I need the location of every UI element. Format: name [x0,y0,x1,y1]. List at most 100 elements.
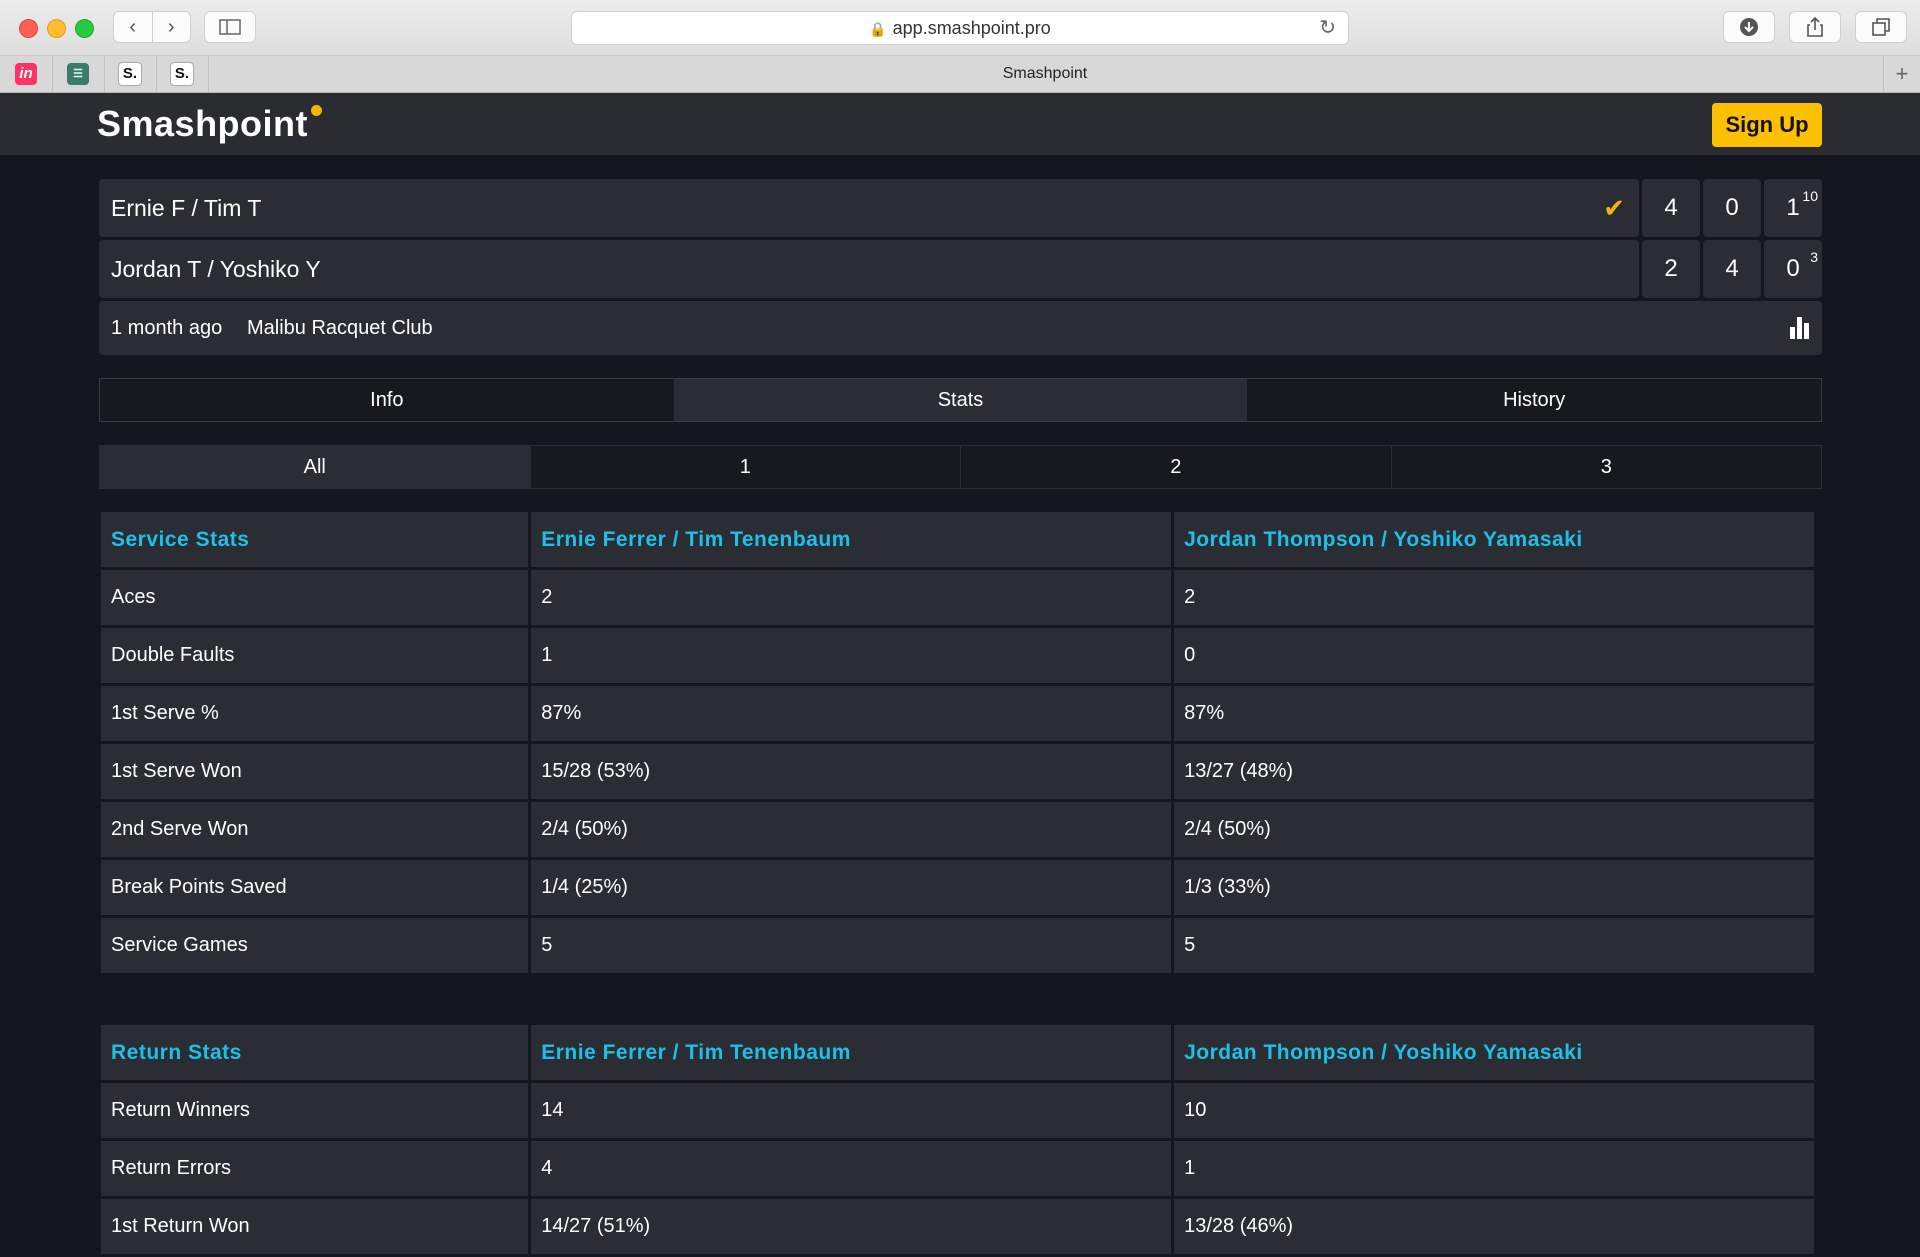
table-row: 1st Return Won 14/27 (51%) 13/28 (46%) [101,1199,1814,1254]
team1-column-heading: Ernie Ferrer / Tim Tenenbaum [531,1025,1172,1080]
address-bar[interactable]: 🔒 app.smashpoint.pro ↻ [571,11,1349,45]
browser-tabbar: in ☰ S. S. Smashpoint + [0,56,1920,93]
table-row: Return Winners 14 10 [101,1083,1814,1138]
tabs-icon [1872,18,1890,36]
logo-text: Smashpoint [97,103,309,144]
main-tabs: Info Stats History [99,378,1822,422]
table-row: 2nd Serve Won 2/4 (50%) 2/4 (50%) [101,802,1814,857]
team1-stat-value: 14/27 (51%) [531,1199,1172,1254]
team1-tiebreak: 10 [1802,188,1818,204]
history-nav: ‹ › [113,11,191,43]
team2-score-row: Jordan T / Yoshiko Y 2 4 03 [99,240,1822,298]
team1-name: Ernie F / Tim T [111,195,262,221]
set-tab-all[interactable]: All [100,446,531,488]
service-stats-table: Service Stats Ernie Ferrer / Tim Tenenba… [98,509,1817,976]
smashpoint-favicon[interactable]: S. [158,60,206,88]
match-time: 1 month ago [111,317,223,339]
table-header-row: Service Stats Ernie Ferrer / Tim Tenenba… [101,512,1814,567]
url-text: app.smashpoint.pro [892,18,1051,38]
sidebar-toggle-button[interactable] [204,11,256,43]
table-row: 1st Serve % 87% 87% [101,686,1814,741]
table-row: Aces 2 2 [101,570,1814,625]
team2-stat-value: 2/4 (50%) [1174,802,1814,857]
table-row: Return Errors 4 1 [101,1141,1814,1196]
browser-titlebar: ‹ › 🔒 app.smashpoint.pro ↻ [0,0,1920,56]
new-tab-icon[interactable]: + [1883,56,1920,92]
team2-stat-value: 13/27 (48%) [1174,744,1814,799]
stat-label: Return Winners [101,1083,529,1138]
stat-label: 1st Return Won [101,1199,529,1254]
set-tabs: All 1 2 3 [99,445,1822,489]
bookmark-icon: ☰ [67,63,89,85]
team2-set2-score: 4 [1703,240,1761,298]
logo[interactable]: Smashpoint [97,103,323,145]
stat-label: Double Faults [101,628,529,683]
back-icon[interactable]: ‹ [114,12,153,42]
stat-label: Service Games [101,918,529,973]
team2-stat-value: 1 [1174,1141,1814,1196]
reload-icon[interactable]: ↻ [1319,12,1336,44]
team2-column-heading: Jordan Thompson / Yoshiko Yamasaki [1174,512,1814,567]
team2-stat-value: 10 [1174,1083,1814,1138]
sidebar-icon [219,19,241,35]
table-row: 1st Serve Won 15/28 (53%) 13/27 (48%) [101,744,1814,799]
team1-set2-score: 0 [1703,179,1761,237]
table-row: Break Points Saved 1/4 (25%) 1/3 (33%) [101,860,1814,915]
tab-title[interactable]: Smashpoint [210,56,1880,92]
team1-stat-value: 87% [531,686,1172,741]
team2-column-heading: Jordan Thompson / Yoshiko Yamasaki [1174,1025,1814,1080]
s-icon: S. [170,62,194,86]
ball-icon [311,105,323,116]
table-header-row: Return Stats Ernie Ferrer / Tim Tenenbau… [101,1025,1814,1080]
team1-column-heading: Ernie Ferrer / Tim Tenenbaum [531,512,1172,567]
team2-set3-score: 03 [1764,240,1822,298]
team2-stat-value: 0 [1174,628,1814,683]
stat-label: Return Errors [101,1141,529,1196]
s-icon: S. [118,62,142,86]
team1-stat-value: 5 [531,918,1172,973]
team2-stat-value: 87% [1174,686,1814,741]
smashpoint-favicon[interactable]: S. [106,60,154,88]
team1-set1-score: 4 [1642,179,1700,237]
winner-check-icon: ✔ [1603,193,1625,223]
downloads-button[interactable] [1723,11,1775,43]
set-tab-1[interactable]: 1 [531,446,961,488]
download-icon [1740,18,1758,36]
team1-stat-value: 1/4 (25%) [531,860,1172,915]
team1-stat-value: 14 [531,1083,1172,1138]
bar-chart-icon[interactable] [1790,317,1810,339]
tab-stats[interactable]: Stats [673,379,1248,421]
team2-set1-score: 2 [1642,240,1700,298]
team2-stat-value: 2 [1174,570,1814,625]
table-row: Service Games 5 5 [101,918,1814,973]
return-stats-heading: Return Stats [101,1025,529,1080]
tab-info[interactable]: Info [100,379,674,421]
team1-name-cell: Ernie F / Tim T ✔ [99,179,1639,237]
bookmark-favicon[interactable]: ☰ [54,60,102,88]
stat-label: 1st Serve % [101,686,529,741]
team1-stat-value: 1 [531,628,1172,683]
show-tabs-button[interactable] [1855,11,1907,43]
team1-stat-value: 15/28 (53%) [531,744,1172,799]
team1-stat-value: 2/4 (50%) [531,802,1172,857]
stat-label: 1st Serve Won [101,744,529,799]
team1-stat-value: 4 [531,1141,1172,1196]
close-window-button[interactable] [19,19,38,38]
team1-score-row: Ernie F / Tim T ✔ 4 0 1 10 [99,179,1822,237]
team2-stat-value: 1/3 (33%) [1174,860,1814,915]
team2-tiebreak: 3 [1810,249,1818,265]
set-tab-3[interactable]: 3 [1392,446,1822,488]
share-button[interactable] [1789,11,1841,43]
minimize-window-button[interactable] [47,19,66,38]
team2-stat-value: 13/28 (46%) [1174,1199,1814,1254]
share-icon [1807,16,1823,37]
set-tab-2[interactable]: 2 [961,446,1392,488]
tab-history[interactable]: History [1247,379,1821,421]
invision-favicon[interactable]: in [2,60,50,88]
lock-icon: 🔒 [869,21,887,37]
table-row: Double Faults 1 0 [101,628,1814,683]
zoom-window-button[interactable] [75,19,94,38]
forward-icon[interactable]: › [153,12,191,42]
sign-up-button[interactable]: Sign Up [1712,103,1822,147]
team1-stat-value: 2 [531,570,1172,625]
